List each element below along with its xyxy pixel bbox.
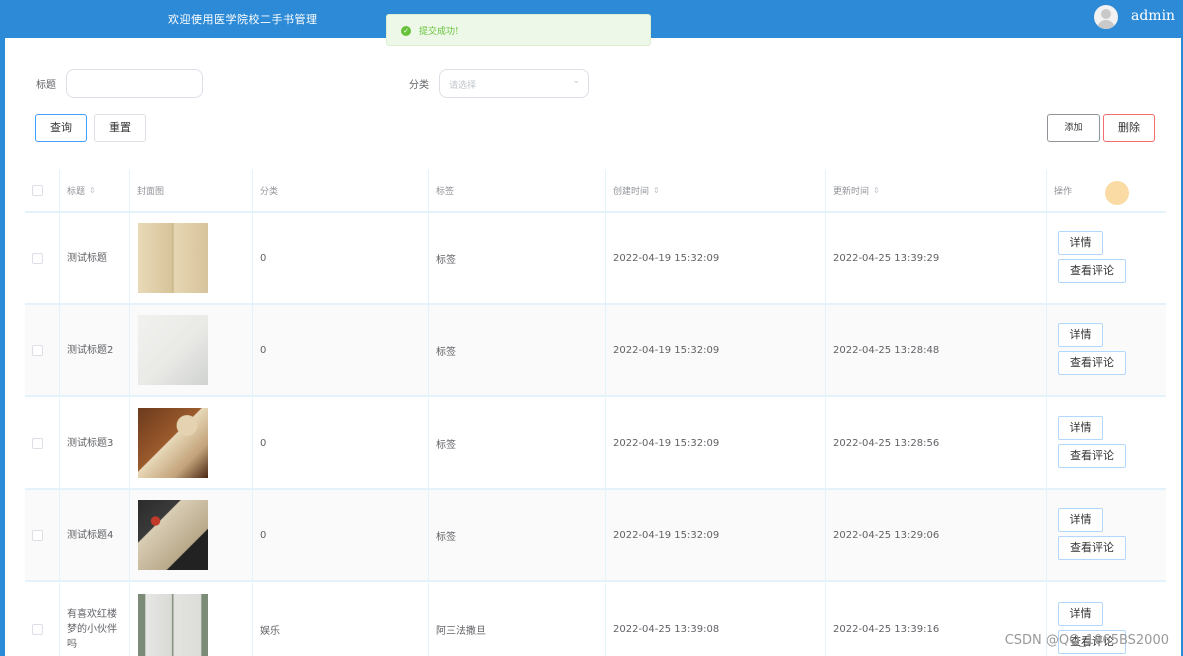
chevron-down-icon: ⌄ xyxy=(572,76,580,86)
table-row: 测试标题4 0 标签 2022-04-19 15:32:09 2022-04-25 13… xyxy=(25,490,1166,582)
table-header-row: 标题 ⇕ 封面图 分类 标签 创建时间 ⇕ 更新时间 ⇕ 操作 xyxy=(25,170,1166,213)
detail-button[interactable]: 详情 xyxy=(1058,323,1103,347)
row-checkbox[interactable] xyxy=(32,252,43,264)
reset-button[interactable]: 重置 xyxy=(94,114,146,142)
cell-category: 0 xyxy=(253,213,429,303)
cell-updated: 2022-04-25 13:39:29 xyxy=(826,213,1047,303)
cover-image[interactable] xyxy=(138,594,208,656)
view-comments-button[interactable]: 查看评论 xyxy=(1058,259,1126,283)
row-checkbox[interactable] xyxy=(32,529,43,541)
search-button[interactable]: 查询 xyxy=(35,114,87,142)
main-panel: 标题 分类 请选择 ⌄ 查询 重置 添加 删除 标题 ⇕ 封面图 分类 标签 创建… xyxy=(5,38,1181,656)
cell-updated: 2022-04-25 13:29:06 xyxy=(826,490,1047,580)
cell-updated: 2022-04-25 13:28:48 xyxy=(826,305,1047,395)
cursor-highlight xyxy=(1105,181,1129,205)
view-comments-button[interactable]: 查看评论 xyxy=(1058,351,1126,375)
cell-category: 0 xyxy=(253,398,429,488)
success-toast: ✓ 提交成功! xyxy=(386,14,651,46)
cell-cover xyxy=(130,398,253,488)
category-select-placeholder: 请选择 xyxy=(449,81,477,91)
cell-created: 2022-04-19 15:32:09 xyxy=(606,213,826,303)
cell-title: 测试标题4 xyxy=(60,490,130,580)
row-checkbox-cell xyxy=(25,305,60,395)
cell-cover xyxy=(130,305,253,395)
table-row: 测试标题3 0 标签 2022-04-19 15:32:09 2022-04-25 13… xyxy=(25,398,1166,490)
row-checkbox[interactable] xyxy=(32,623,43,635)
row-checkbox[interactable] xyxy=(32,344,43,356)
header-title[interactable]: 标题 ⇕ xyxy=(60,170,130,211)
sort-icon[interactable]: ⇕ xyxy=(89,186,96,195)
header-cover: 封面图 xyxy=(130,170,253,211)
view-comments-button[interactable]: 查看评论 xyxy=(1058,536,1126,560)
avatar[interactable] xyxy=(1094,5,1118,29)
user-name[interactable]: admin xyxy=(1131,8,1175,24)
cell-actions: 详情 查看评论 xyxy=(1047,213,1166,303)
detail-button[interactable]: 详情 xyxy=(1058,416,1103,440)
cell-tag: 标签 xyxy=(429,213,606,303)
cell-category: 0 xyxy=(253,305,429,395)
row-checkbox-cell xyxy=(25,398,60,488)
cover-image[interactable] xyxy=(138,408,208,478)
category-select[interactable]: 请选择 ⌄ xyxy=(439,69,589,98)
category-filter-label: 分类 xyxy=(409,80,429,91)
title-filter-input[interactable] xyxy=(66,69,203,98)
cell-title: 测试标题 xyxy=(60,213,130,303)
header-updated[interactable]: 更新时间 ⇕ xyxy=(826,170,1047,211)
row-checkbox-cell xyxy=(25,583,60,656)
cell-title: 测试标题3 xyxy=(60,398,130,488)
cell-title: 测试标题2 xyxy=(60,305,130,395)
header-checkbox-cell xyxy=(25,170,60,211)
title-filter-label: 标题 xyxy=(36,80,56,91)
row-checkbox[interactable] xyxy=(32,437,43,449)
table-row: 测试标题 0 标签 2022-04-19 15:32:09 2022-04-25 13:… xyxy=(25,213,1166,305)
detail-button[interactable]: 详情 xyxy=(1058,602,1103,626)
cell-tag: 阿三法撒旦 xyxy=(429,583,606,656)
header-created[interactable]: 创建时间 ⇕ xyxy=(606,170,826,211)
cell-tag: 标签 xyxy=(429,490,606,580)
detail-button[interactable]: 详情 xyxy=(1058,508,1103,532)
table-row: 有喜欢红楼梦的小伙伴吗 娱乐 阿三法撒旦 2022-04-25 13:39:08 202… xyxy=(25,583,1166,656)
watermark: CSDN @QQ_1065BS2000 xyxy=(1004,633,1169,648)
cell-tag: 标签 xyxy=(429,305,606,395)
cover-image[interactable] xyxy=(138,500,208,570)
cell-actions: 详情 查看评论 xyxy=(1047,490,1166,580)
cover-image[interactable] xyxy=(138,315,208,385)
sort-icon[interactable]: ⇕ xyxy=(653,186,660,195)
add-button[interactable]: 添加 xyxy=(1047,114,1100,142)
detail-button[interactable]: 详情 xyxy=(1058,231,1103,255)
cell-updated: 2022-04-25 13:28:56 xyxy=(826,398,1047,488)
cover-image[interactable] xyxy=(138,223,208,293)
cell-created: 2022-04-25 13:39:08 xyxy=(606,583,826,656)
header-tag: 标签 xyxy=(429,170,606,211)
cell-actions: 详情 查看评论 xyxy=(1047,305,1166,395)
header-category: 分类 xyxy=(253,170,429,211)
toast-message: 提交成功! xyxy=(419,27,459,37)
cell-tag: 标签 xyxy=(429,398,606,488)
row-checkbox-cell xyxy=(25,213,60,303)
check-circle-icon: ✓ xyxy=(401,26,411,36)
row-checkbox-cell xyxy=(25,490,60,580)
cell-cover xyxy=(130,213,253,303)
cell-category: 娱乐 xyxy=(253,583,429,656)
cell-cover xyxy=(130,490,253,580)
select-all-checkbox[interactable] xyxy=(32,185,43,196)
cell-created: 2022-04-19 15:32:09 xyxy=(606,398,826,488)
table-row: 测试标题2 0 标签 2022-04-19 15:32:09 2022-04-25 13… xyxy=(25,305,1166,397)
view-comments-button[interactable]: 查看评论 xyxy=(1058,444,1126,468)
cell-actions: 详情 查看评论 xyxy=(1047,398,1166,488)
cell-cover xyxy=(130,583,253,656)
cell-created: 2022-04-19 15:32:09 xyxy=(606,305,826,395)
app-title: 欢迎使用医学院校二手书管理 xyxy=(168,13,318,26)
cell-title: 有喜欢红楼梦的小伙伴吗 xyxy=(60,583,130,656)
cell-created: 2022-04-19 15:32:09 xyxy=(606,490,826,580)
sort-icon[interactable]: ⇕ xyxy=(873,186,880,195)
cell-category: 0 xyxy=(253,490,429,580)
delete-button[interactable]: 删除 xyxy=(1103,114,1155,142)
